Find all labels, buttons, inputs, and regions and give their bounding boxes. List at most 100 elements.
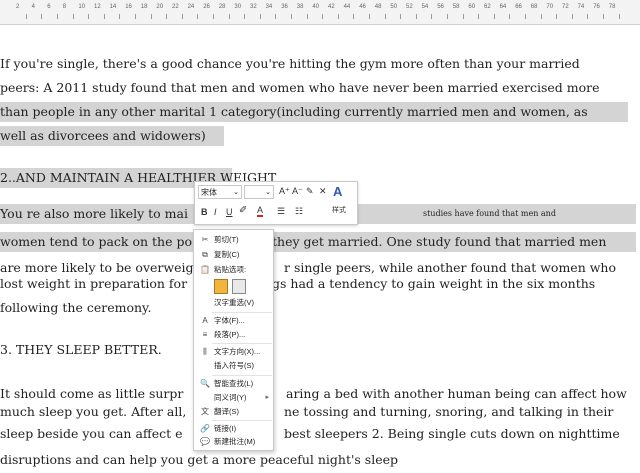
ruler-tick-label: 20 [156, 4, 164, 10]
underline-button[interactable]: U [226, 207, 233, 217]
body-text-line[interactable]: lost weight in preparation for [0, 274, 187, 294]
menu-item-paste-options[interactable]: 📋 粘贴选项: [194, 263, 273, 277]
body-text-fragment[interactable]: ne tossing and turning, snoring, and tal… [284, 402, 613, 422]
ruler-tick-label: 62 [484, 4, 491, 10]
grow-font-button[interactable]: A⁺ [279, 186, 290, 197]
menu-item-insert-symbol[interactable]: 插入符号(S) [194, 359, 273, 373]
ruler-tick-mark [618, 14, 620, 19]
ruler-tick-mark [150, 14, 152, 19]
shrink-font-button[interactable]: A⁻ [292, 186, 303, 197]
menu-item-cut[interactable]: ✂ 剪切(T) [194, 233, 273, 247]
body-text-line[interactable]: peers: A 2011 study found that men and w… [0, 78, 600, 98]
selected-text-line[interactable]: than people in any other marital 1 categ… [0, 102, 628, 122]
body-text-line[interactable]: If you're single, there's a good chance … [0, 54, 580, 74]
ruler-tick-mark [353, 14, 355, 19]
menu-item-smart-lookup[interactable]: 🔍 智能查找(L) [194, 377, 273, 391]
italic-button[interactable]: I [214, 207, 217, 217]
ruler-tick-label: 10 [78, 4, 86, 10]
ruler-tick-mark [103, 14, 105, 19]
ruler-tick-label: 6 [47, 4, 51, 10]
context-menu: ✂ 剪切(T) ⧉ 复制(C) 📋 粘贴选项: 汉字重选(V) A 字体(F).… [193, 229, 274, 451]
ruler-tick-label: 42 [328, 4, 335, 10]
ruler-tick-label: 58 [452, 4, 460, 10]
document-page[interactable]: If you're single, there's a good chance … [0, 24, 640, 473]
styles-label[interactable]: 样式 [332, 205, 346, 215]
ruler-tick-mark [57, 14, 58, 19]
selected-text-line[interactable]: well as divorcees and widowers) [0, 126, 224, 146]
font-name-select[interactable]: 宋体 ⌄ [198, 185, 242, 199]
ruler-tick-mark [447, 14, 448, 19]
ruler-tick-label: 22 [172, 4, 179, 10]
ruler-tick-label: 24 [187, 4, 195, 10]
menu-item-reconvert[interactable]: 汉字重选(V) [194, 296, 273, 310]
paste-text-only-icon[interactable] [232, 279, 246, 294]
translate-icon: 文 [201, 407, 209, 416]
menu-item-new-comment[interactable]: 💬 新建批注(M) [194, 435, 273, 449]
ruler-tick-label: 64 [499, 4, 507, 10]
bold-button[interactable]: B [201, 207, 208, 217]
clipboard-icon: 📋 [200, 265, 210, 274]
body-text-fragment[interactable]: gs had a tendency to gain weight in the … [272, 274, 595, 294]
body-text-line[interactable]: much sleep you get. After all, [0, 402, 186, 422]
ruler-tick-mark [540, 14, 542, 19]
selected-text-fragment[interactable]: studies have found that men and [423, 204, 556, 224]
menu-item-copy[interactable]: ⧉ 复制(C) [194, 248, 273, 262]
styles-icon[interactable]: A [333, 184, 342, 199]
ruler-tick-mark [306, 14, 308, 19]
chevron-right-icon: ▸ [265, 394, 269, 401]
menu-item-label: 智能查找(L) [214, 379, 254, 388]
ruler-tick-label: 2 [16, 4, 20, 10]
numbering-icon[interactable]: ☷ [295, 206, 303, 217]
body-text-fragment[interactable]: best sleepers 2. Being single cuts down … [284, 424, 620, 444]
highlight-icon[interactable]: ✐ [239, 205, 247, 216]
copy-icon: ⧉ [202, 250, 208, 259]
ruler-tick-label: 30 [234, 4, 242, 10]
bullets-icon[interactable]: ☰ [277, 206, 285, 217]
menu-item-font[interactable]: A 字体(F)... [194, 314, 273, 328]
ruler-tick-mark [369, 14, 370, 19]
body-text-line[interactable]: following the ceremony. [0, 298, 151, 318]
selected-text-line[interactable]: women tend to pack on the po [0, 232, 192, 252]
menu-item-link[interactable]: 🔗 链接(I) [194, 422, 273, 436]
font-name-value: 宋体 [201, 188, 217, 197]
font-size-select[interactable]: ⌄ [244, 185, 274, 199]
menu-item-translate[interactable]: 文 翻译(S) [194, 405, 273, 419]
ruler-tick-mark [322, 14, 324, 19]
selected-text-fragment[interactable]: they get married. One study found that m… [272, 232, 606, 252]
ruler-tick-label: 38 [296, 4, 304, 10]
body-text-line[interactable]: It should come as little surpr [0, 384, 183, 404]
ruler-tick-label: 78 [608, 4, 616, 10]
selected-text-line[interactable]: You re also more likely to mai [0, 204, 188, 224]
ruler-tick-mark [587, 14, 589, 19]
ruler-tick-mark [259, 14, 261, 19]
ruler-tick-label: 26 [203, 4, 210, 10]
heading-text[interactable]: 3. THEY SLEEP BETTER. [0, 340, 162, 360]
menu-item-synonyms[interactable]: 同义词(Y) ▸ [194, 391, 273, 405]
ruler-tick-mark [166, 14, 168, 19]
body-text-line[interactable]: sleep beside you can affect e [0, 424, 183, 444]
ruler-tick-label: 56 [437, 4, 444, 10]
search-icon: 🔍 [200, 379, 210, 388]
menu-item-text-direction[interactable]: ⫼ 文字方向(X)... [194, 345, 273, 359]
format-painter-icon[interactable]: ✎ [306, 186, 314, 197]
ruler-tick-mark [525, 14, 526, 19]
menu-item-paragraph[interactable]: ≡ 段落(P)... [194, 328, 273, 342]
ruler-tick-mark [135, 14, 136, 19]
paste-keep-format-icon[interactable] [214, 279, 228, 294]
ruler-tick-label: 40 [312, 4, 320, 10]
menu-item-label: 字体(F)... [214, 316, 245, 325]
body-text-fragment[interactable]: aring a bed with another human being can… [286, 384, 627, 404]
menu-item-label: 段落(P)... [214, 330, 246, 339]
menu-separator [212, 420, 272, 421]
ruler-tick-label: 12 [94, 4, 101, 10]
ruler-tick-mark [213, 14, 214, 19]
clear-format-icon[interactable]: ✕ [319, 186, 327, 197]
ruler-tick-label: 46 [359, 4, 366, 10]
body-text-line[interactable]: disruptions and can help you get a more … [0, 450, 398, 470]
comment-icon: 💬 [200, 437, 210, 446]
ruler-tick-label: 4 [31, 4, 35, 10]
ruler-tick-mark [88, 14, 90, 19]
ruler-tick-mark [462, 14, 464, 19]
font-color-button[interactable]: A [257, 206, 264, 217]
ruler-tick-mark [478, 14, 480, 19]
